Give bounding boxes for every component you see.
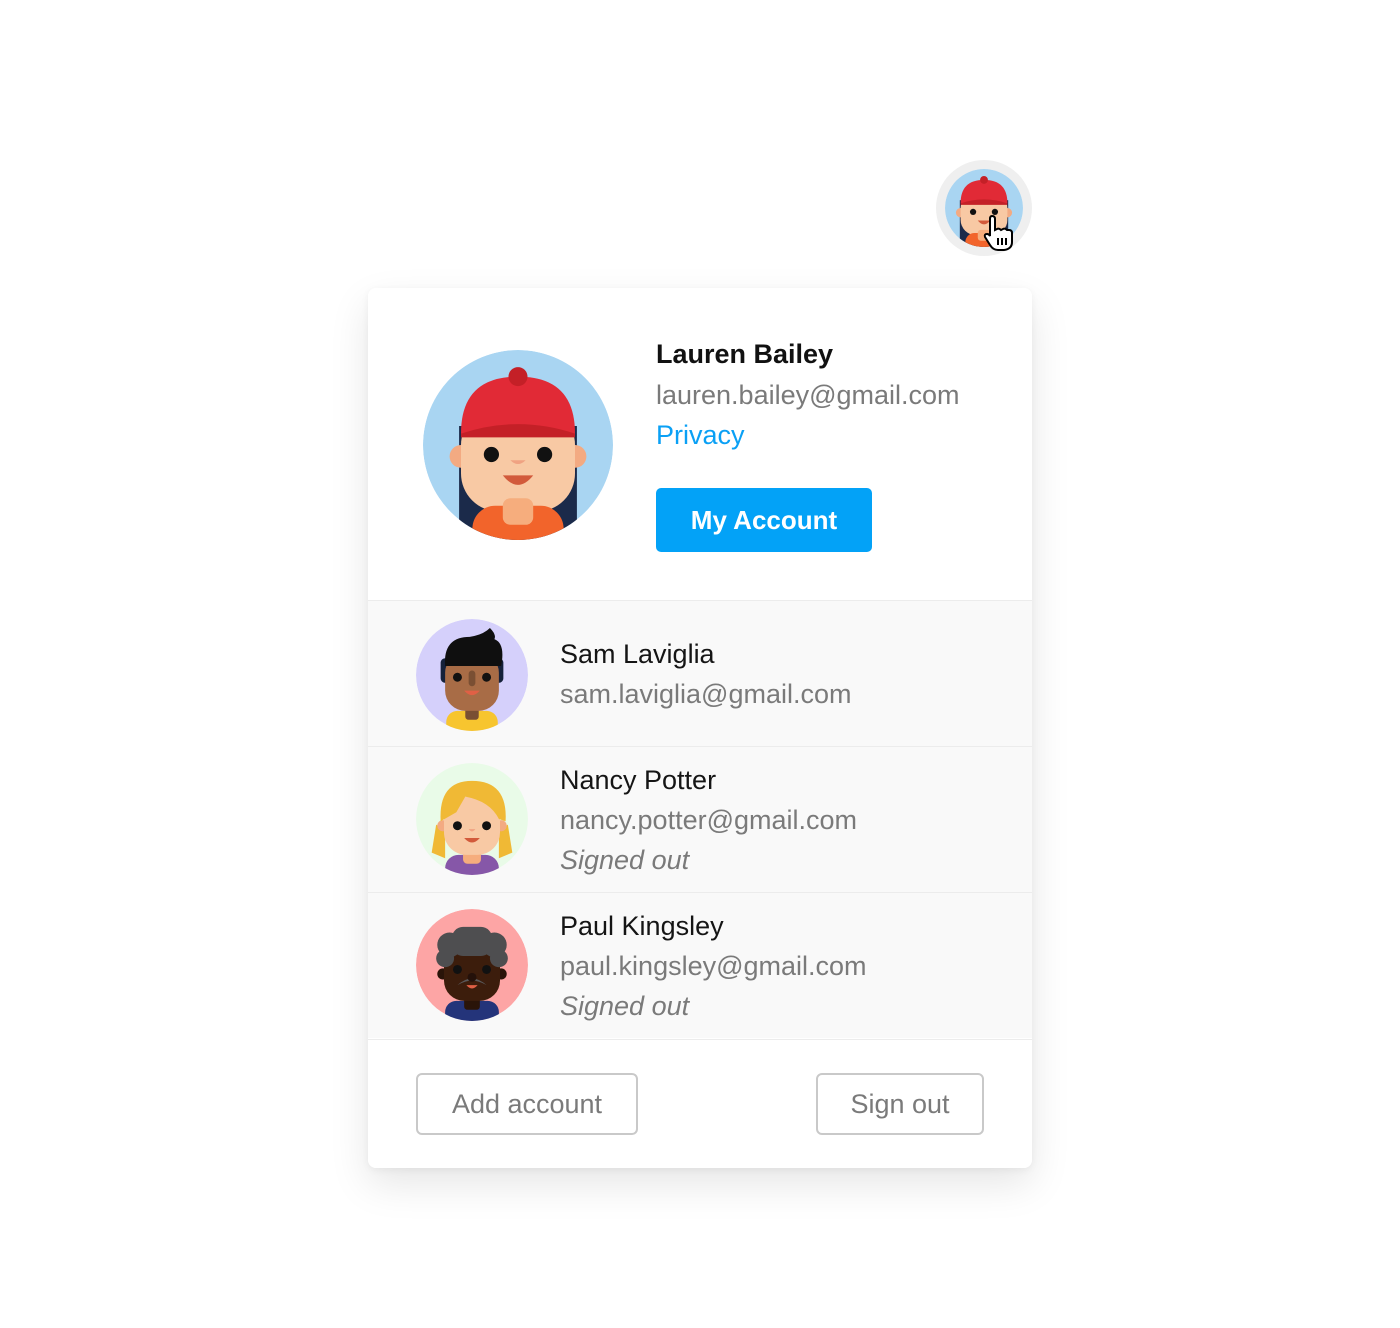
current-account-section: Lauren Bailey lauren.bailey@gmail.com Pr… xyxy=(368,288,1032,600)
account-list-item[interactable]: Nancy Potter nancy.potter@gmail.com Sign… xyxy=(368,746,1032,892)
account-email: sam.laviglia@gmail.com xyxy=(560,679,852,709)
other-accounts-list: Sam Laviglia sam.laviglia@gmail.com Nanc… xyxy=(368,600,1032,1038)
account-name: Paul Kingsley xyxy=(560,911,724,941)
account-name: Nancy Potter xyxy=(560,765,717,795)
sam-laviglia-avatar-icon xyxy=(416,619,528,731)
account-name: Sam Laviglia xyxy=(560,639,715,669)
privacy-link[interactable]: Privacy xyxy=(656,420,745,451)
account-status: Signed out xyxy=(560,845,690,875)
lauren-bailey-avatar-icon xyxy=(945,169,1023,247)
nancy-potter-avatar-icon xyxy=(416,763,528,875)
add-account-button[interactable]: Add account xyxy=(416,1073,638,1135)
sign-out-button[interactable]: Sign out xyxy=(816,1073,984,1135)
account-email: paul.kingsley@gmail.com xyxy=(560,951,867,981)
account-switcher-popover: Lauren Bailey lauren.bailey@gmail.com Pr… xyxy=(368,288,1032,1168)
account-status: Signed out xyxy=(560,991,690,1021)
lauren-bailey-avatar-icon xyxy=(423,350,613,540)
current-account-email: lauren.bailey@gmail.com xyxy=(656,380,960,410)
current-account-name: Lauren Bailey xyxy=(656,339,834,369)
account-list-item[interactable]: Sam Laviglia sam.laviglia@gmail.com xyxy=(368,600,1032,746)
account-actions-footer: Add account Sign out xyxy=(368,1039,1032,1168)
paul-kingsley-avatar-icon xyxy=(416,909,528,1021)
my-account-button[interactable]: My Account xyxy=(656,488,872,552)
account-email: nancy.potter@gmail.com xyxy=(560,805,858,835)
account-avatar-button[interactable] xyxy=(936,160,1032,256)
account-list-item[interactable]: Paul Kingsley paul.kingsley@gmail.com Si… xyxy=(368,892,1032,1038)
